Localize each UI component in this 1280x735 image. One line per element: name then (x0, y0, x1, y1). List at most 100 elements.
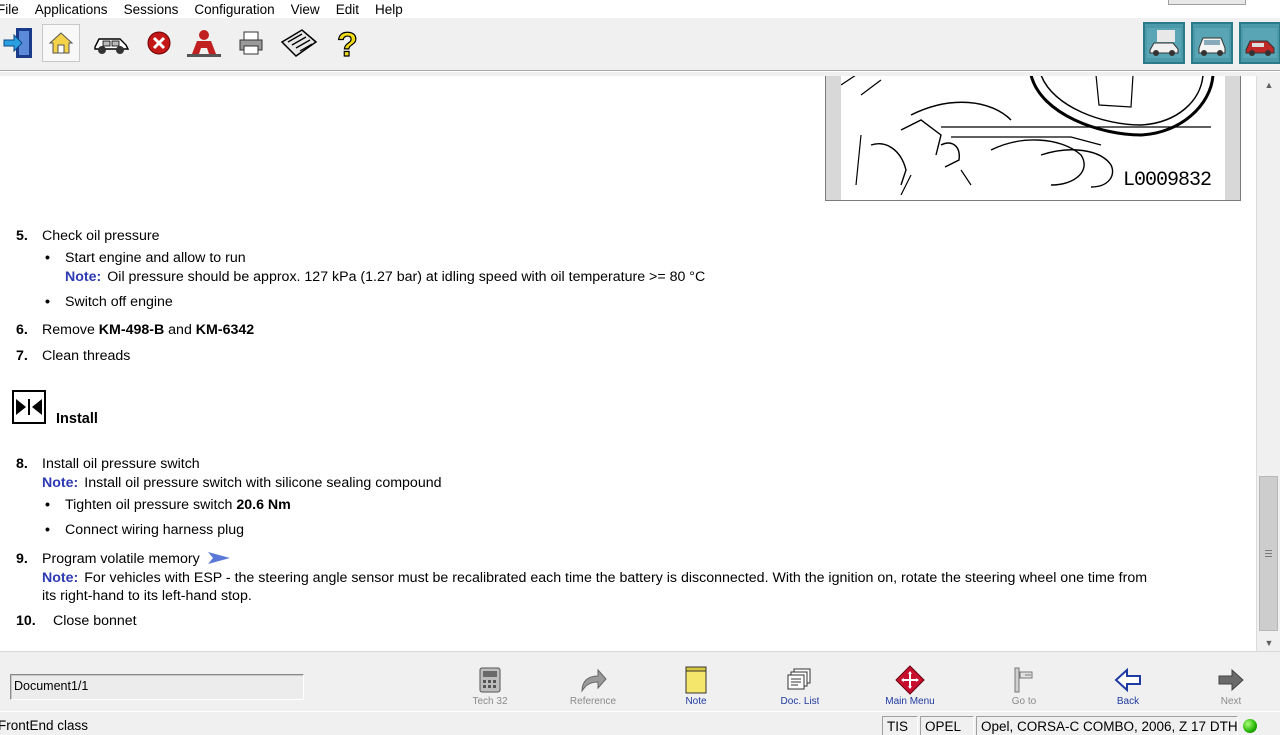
bullet-text: Switch off engine (65, 294, 173, 310)
status-text: FrontEnd class (0, 718, 89, 733)
step-9-note-continued: its right-hand to its left-hand stop. (42, 588, 252, 604)
next-label: Next (1220, 696, 1242, 704)
step-number: 6. (16, 322, 28, 338)
install-heading: Install (56, 411, 98, 427)
tech32-icon (475, 666, 505, 694)
bullet-text: Connect wiring harness plug (65, 522, 245, 538)
help-icon[interactable]: ? (328, 24, 366, 62)
main-menu-button[interactable]: Main Menu (870, 665, 950, 710)
print-icon[interactable] (232, 24, 270, 62)
back-label: Back (1116, 696, 1140, 704)
goto-label: Go to (1011, 696, 1037, 704)
bullet-text: Tighten oil pressure switch (65, 497, 237, 513)
back-button[interactable]: Back (1088, 666, 1168, 710)
main-menu-label: Main Menu (885, 696, 935, 704)
document-field[interactable]: Document1/1 (10, 674, 304, 700)
step-8-bullet-1: • Tighten oil pressure switch 20.6 Nm (45, 497, 291, 513)
brand-indicator: OPEL (920, 716, 974, 735)
user-icon[interactable] (185, 24, 223, 62)
note-text: Install oil pressure switch with silicon… (84, 475, 442, 491)
illustration-code: L0009832 (1122, 169, 1212, 192)
note-icon (681, 666, 711, 694)
tech32-label: Tech 32 (472, 696, 508, 704)
car-service-icon[interactable] (1143, 22, 1185, 64)
step-5: 5. Check oil pressure (16, 227, 160, 245)
step-8-note: Note: Install oil pressure switch with si… (42, 474, 442, 492)
reference-label: Reference (569, 696, 617, 704)
illustration-frame: L0009832 (825, 76, 1241, 201)
illustration: L0009832 (840, 76, 1225, 200)
goto-button[interactable]: Go to (984, 666, 1064, 710)
install-icon (12, 390, 46, 424)
back-icon (1113, 666, 1143, 694)
goto-icon (1009, 666, 1039, 694)
status-bar: FrontEnd class TIS OPEL Opel, CORSA-C CO… (0, 711, 1280, 735)
connection-status-icon (1243, 719, 1257, 733)
doc-list-label: Doc. List (780, 696, 820, 704)
bullet-text: Start engine and allow to run (65, 250, 246, 266)
scroll-down-icon[interactable]: ▼ (1257, 634, 1280, 651)
car-front-icon[interactable] (1191, 22, 1233, 64)
step-text: Check oil pressure (42, 228, 160, 244)
note-label: Note: (42, 570, 79, 586)
toolbar: ? (0, 18, 1280, 70)
step-number: 8. (16, 456, 28, 472)
menu-sessions[interactable]: Sessions (116, 2, 187, 17)
scroll-up-icon[interactable]: ▲ (1257, 76, 1280, 93)
reference-icon (578, 666, 608, 694)
main-menu-icon (895, 665, 925, 695)
reference-button[interactable]: Reference (553, 666, 633, 710)
next-button[interactable]: Next (1191, 666, 1271, 710)
system-indicator: TIS (882, 716, 918, 735)
scroll-thumb[interactable] (1259, 476, 1278, 631)
step-number: 10. (16, 613, 36, 629)
step-number: 7. (16, 348, 28, 364)
step-5-bullet-1: • Start engine and allow to run (45, 250, 246, 266)
note-text: Oil pressure should be approx. 127 kPa (… (107, 269, 706, 285)
note-label: Note (685, 696, 707, 704)
step-7: 7. Clean threads (16, 347, 130, 365)
vertical-scrollbar[interactable]: ▲ ▼ (1256, 76, 1280, 651)
step-5-note: Note: Oil pressure should be approx. 127 … (65, 268, 705, 286)
menu-view[interactable]: View (283, 2, 328, 17)
tech32-button[interactable]: Tech 32 (450, 666, 530, 710)
step-8: 8. Install oil pressure switch (16, 455, 200, 473)
tool-km-6342: KM-6342 (195, 322, 255, 338)
window-controls[interactable] (1168, 0, 1246, 5)
step-text-mid: and (164, 322, 196, 338)
step-10: 10. Close bonnet (16, 612, 137, 630)
tool-km-498-b: KM-498-B (98, 322, 165, 338)
car-red-icon[interactable] (1239, 22, 1280, 64)
note-label: Note: (42, 475, 79, 491)
menu-edit[interactable]: Edit (328, 2, 367, 17)
vehicle-indicator: Opel, CORSA-C COMBO, 2006, Z 17 DTH (976, 716, 1238, 735)
note-text: For vehicles with ESP - the steering ang… (84, 570, 1148, 586)
menu-configuration[interactable]: Configuration (186, 2, 282, 17)
exit-icon[interactable] (0, 24, 38, 62)
menu-bar: File Applications Sessions Configuration… (0, 0, 1280, 18)
home-icon[interactable] (42, 24, 80, 62)
step-text: Clean threads (42, 348, 131, 364)
menu-file[interactable]: File (0, 2, 27, 17)
step-number: 9. (16, 551, 28, 567)
step-9: 9. Program volatile memory (16, 550, 230, 568)
menu-help[interactable]: Help (367, 2, 411, 17)
next-icon (1216, 666, 1246, 694)
link-arrow-icon[interactable] (207, 552, 230, 564)
step-9-note: Note: For vehicles with ESP - the steerin… (42, 569, 1147, 587)
toolbar-separator (0, 70, 1280, 72)
step-text: Install oil pressure switch (42, 456, 200, 472)
menu-applications[interactable]: Applications (27, 2, 116, 17)
step-6: 6. Remove KM-498-B and KM-6342 (16, 321, 254, 339)
step-text: Close bonnet (53, 613, 137, 629)
stop-icon[interactable] (140, 24, 178, 62)
vehicle-icon[interactable] (92, 24, 130, 62)
keyboard-icon[interactable] (280, 24, 318, 62)
doc-list-button[interactable]: Doc. List (760, 666, 840, 710)
step-text: Remove (42, 322, 99, 338)
torque-value: 20.6 Nm (236, 497, 291, 513)
note-button[interactable]: Note (656, 666, 736, 710)
step-number: 5. (16, 228, 28, 244)
step-text: Program volatile memory (42, 551, 200, 567)
step-8-bullet-2: • Connect wiring harness plug (45, 522, 245, 538)
